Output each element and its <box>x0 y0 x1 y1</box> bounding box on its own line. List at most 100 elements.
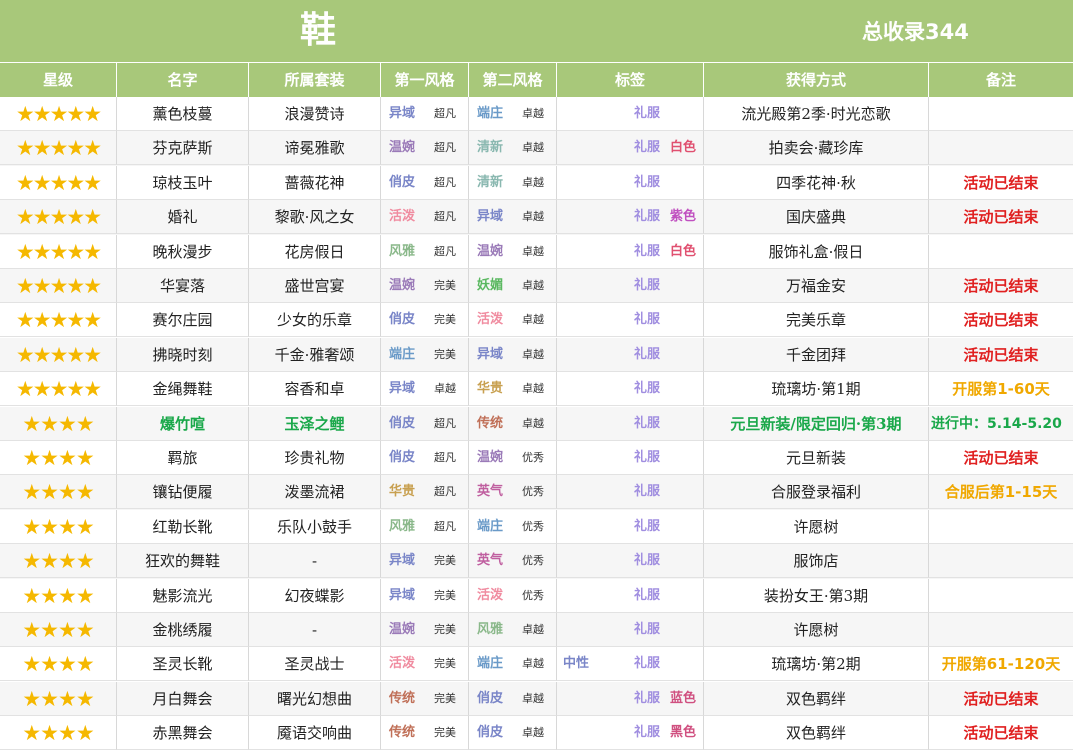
style2-cell: 活泼 优秀 <box>469 578 557 613</box>
style1-name: 温婉 <box>389 278 416 293</box>
table-row[interactable]: ★★★★ 魅影流光 幻夜蝶影 异域 完美 活泼 优秀 礼服 装扮女王·第3期 <box>0 578 1073 614</box>
tag-type: 礼服 <box>634 209 661 225</box>
style2-level: 卓越 <box>522 382 544 396</box>
style1-level: 完美 <box>434 726 456 740</box>
item-name[interactable]: 华宴落 <box>117 269 249 303</box>
style1-name: 传统 <box>389 725 416 741</box>
style1-cell: 端庄 完美 <box>381 337 469 372</box>
tag-type: 礼服 <box>634 518 661 534</box>
table-row[interactable]: ★★★★★ 金绳舞鞋 容香和卓 异域 卓越 华贵 卓越 礼服 琉璃坊·第1期 开服第1-60天 <box>0 372 1073 407</box>
style2-name: 传统 <box>477 415 504 431</box>
style1-name: 风雅 <box>389 518 416 534</box>
header-style2[interactable]: 第二风格 <box>469 63 557 97</box>
header-note[interactable]: 备注 <box>929 63 1073 97</box>
item-name[interactable]: 芬克萨斯 <box>117 131 249 166</box>
table-row[interactable]: ★★★★ 月白舞会 曙光幻想曲 传统 完美 俏皮 卓越 礼服 蓝色 双色羁绊 活动已结束 <box>0 681 1073 717</box>
table-row[interactable]: ★★★★ 狂欢的舞鞋 - 异域 完美 英气 优秀 礼服 服饰店 <box>0 544 1073 579</box>
header-style1[interactable]: 第一风格 <box>381 63 469 97</box>
style2-cell: 活泼 卓越 <box>469 303 557 338</box>
style1-name: 温婉 <box>389 140 416 156</box>
table-row[interactable]: ★★★★ 圣灵长靴 圣灵战士 活泼 完美 端庄 卓越 中性 礼服 琉璃坊·第2期 开服第61-120… <box>0 647 1073 682</box>
table-row[interactable]: ★★★★ 镶钻便履 泼墨流裙 华贵 超凡 英气 优秀 礼服 合服登录福利 合服后第1-15天 <box>0 475 1073 510</box>
table-row[interactable]: ★★★★★ 拂晓时刻 千金·雅奢颂 端庄 完美 异域 卓越 礼服 千金团拜 活动已结束 <box>0 337 1073 373</box>
note-cell: 开服第61-120天 <box>929 647 1073 682</box>
style1-level: 完美 <box>434 623 456 636</box>
tag-cell: 礼服 <box>557 475 704 510</box>
item-name[interactable]: 金桃绣履 <box>117 613 249 647</box>
style2-level: 卓越 <box>522 279 544 292</box>
tag-type: 礼服 <box>634 174 661 190</box>
tag-type: 礼服 <box>634 140 661 156</box>
style2-level: 卓越 <box>522 175 544 189</box>
table-row[interactable]: ★★★★★ 芬克萨斯 谛冕雅歌 温婉 超凡 清新 卓越 礼服 白色 拍卖会·藏珍库 <box>0 131 1073 166</box>
item-name[interactable]: 赛尔庄园 <box>117 303 249 338</box>
header-stars[interactable]: 星级 <box>0 63 117 97</box>
tag-cell: 礼服 紫色 <box>557 200 704 235</box>
tag-color: 黑色 <box>670 725 697 741</box>
style2-level: 卓越 <box>522 691 544 705</box>
item-name[interactable]: 金绳舞鞋 <box>117 372 249 407</box>
header-name[interactable]: 名字 <box>117 63 249 97</box>
tag-cell: 礼服 <box>557 372 704 407</box>
item-name[interactable]: 婚礼 <box>117 200 249 235</box>
note-cell: 活动已结束 <box>929 338 1073 372</box>
item-name[interactable]: 爆竹喧 <box>117 406 249 441</box>
table-row[interactable]: ★★★★★ 华宴落 盛世宫宴 温婉 完美 妖媚 卓越 礼服 万福金安 活动已结束 <box>0 269 1073 304</box>
table-row[interactable]: ★★★★ 赤黑舞会 魇语交响曲 传统 完美 俏皮 卓越 礼服 黑色 双色羁绊 活动已结束 <box>0 716 1073 751</box>
item-set: 浪漫赞诗 <box>249 97 381 131</box>
acquire-method: 许愿树 <box>704 613 929 647</box>
style1-name: 异域 <box>389 381 416 397</box>
item-name[interactable]: 羁旅 <box>117 441 249 475</box>
table-row[interactable]: ★★★★ 羁旅 珍贵礼物 俏皮 超凡 温婉 优秀 礼服 元旦新装 活动已结束 <box>0 441 1073 476</box>
note-cell <box>929 613 1073 647</box>
tag-type: 礼服 <box>634 656 661 672</box>
table-row[interactable]: ★★★★ 金桃绣履 - 温婉 完美 风雅 卓越 礼服 许愿树 <box>0 613 1073 648</box>
item-name[interactable]: 赤黑舞会 <box>117 716 249 751</box>
style2-cell: 英气 优秀 <box>469 475 557 510</box>
table-row[interactable]: ★★★★★ 婚礼 黎歌·风之女 活泼 超凡 异域 卓越 礼服 紫色 国庆盛典 活动已结束 <box>0 200 1073 235</box>
table-row[interactable]: ★★★★★ 薰色枝蔓 浪漫赞诗 异域 超凡 端庄 卓越 礼服 流光殿第2季·时光恋歌 <box>0 97 1073 132</box>
style2-cell: 温婉 优秀 <box>469 441 557 475</box>
table-row[interactable]: ★★★★ 爆竹喧 玉泽之鲤 俏皮 超凡 传统 卓越 礼服 元旦新装/限定回归·第3期 进行中：5.… <box>0 406 1073 442</box>
style1-level: 超凡 <box>434 519 456 533</box>
style1-level: 超凡 <box>434 107 456 120</box>
style2-cell: 异域 卓越 <box>469 200 557 235</box>
item-name[interactable]: 镶钻便履 <box>117 475 249 510</box>
style1-level: 超凡 <box>434 141 456 155</box>
style1-name: 温婉 <box>389 622 416 637</box>
item-name[interactable]: 琼枝玉叶 <box>117 165 249 200</box>
style1-level: 超凡 <box>434 485 456 499</box>
item-name[interactable]: 月白舞会 <box>117 681 249 716</box>
tag-type: 礼服 <box>634 553 661 569</box>
header-source[interactable]: 获得方式 <box>704 63 929 97</box>
note-cell: 活动已结束 <box>929 441 1073 475</box>
style1-name: 传统 <box>389 690 416 706</box>
table-row[interactable]: ★★★★ 红勒长靴 乐队小鼓手 风雅 超凡 端庄 优秀 礼服 许愿树 <box>0 509 1073 545</box>
header-set[interactable]: 所属套装 <box>249 63 381 97</box>
table-row[interactable]: ★★★★★ 琼枝玉叶 蔷薇花神 俏皮 超凡 清新 卓越 礼服 四季花神·秋 活动已结束 <box>0 165 1073 201</box>
table-row[interactable]: ★★★★★ 晚秋漫步 花房假日 风雅 超凡 温婉 卓越 礼服 白色 服饰礼盒·假日 <box>0 234 1073 270</box>
item-name[interactable]: 薰色枝蔓 <box>117 97 249 131</box>
style2-cell: 端庄 卓越 <box>469 97 557 131</box>
tag-type: 礼服 <box>634 450 661 465</box>
item-set: 圣灵战士 <box>249 647 381 682</box>
acquire-method: 装扮女王·第3期 <box>704 578 929 613</box>
star-rating: ★★★★ <box>0 716 117 751</box>
item-set: 盛世宫宴 <box>249 269 381 303</box>
star-rating: ★★★★ <box>0 475 117 510</box>
style2-cell: 清新 卓越 <box>469 131 557 166</box>
style2-cell: 风雅 卓越 <box>469 613 557 647</box>
item-name[interactable]: 狂欢的舞鞋 <box>117 544 249 579</box>
acquire-method: 万福金安 <box>704 269 929 303</box>
table-row[interactable]: ★★★★★ 赛尔庄园 少女的乐章 俏皮 完美 活泼 卓越 礼服 完美乐章 活动已结束 <box>0 303 1073 338</box>
note-cell: 活动已结束 <box>929 716 1073 751</box>
item-name[interactable]: 圣灵长靴 <box>117 647 249 682</box>
item-name[interactable]: 拂晓时刻 <box>117 337 249 372</box>
item-name[interactable]: 红勒长靴 <box>117 509 249 544</box>
acquire-method: 双色羁绊 <box>704 681 929 716</box>
item-name[interactable]: 晚秋漫步 <box>117 234 249 269</box>
header-tag[interactable]: 标签 <box>557 63 704 97</box>
style2-name: 俏皮 <box>477 690 504 706</box>
star-rating: ★★★★ <box>0 681 117 716</box>
item-name[interactable]: 魅影流光 <box>117 578 249 613</box>
